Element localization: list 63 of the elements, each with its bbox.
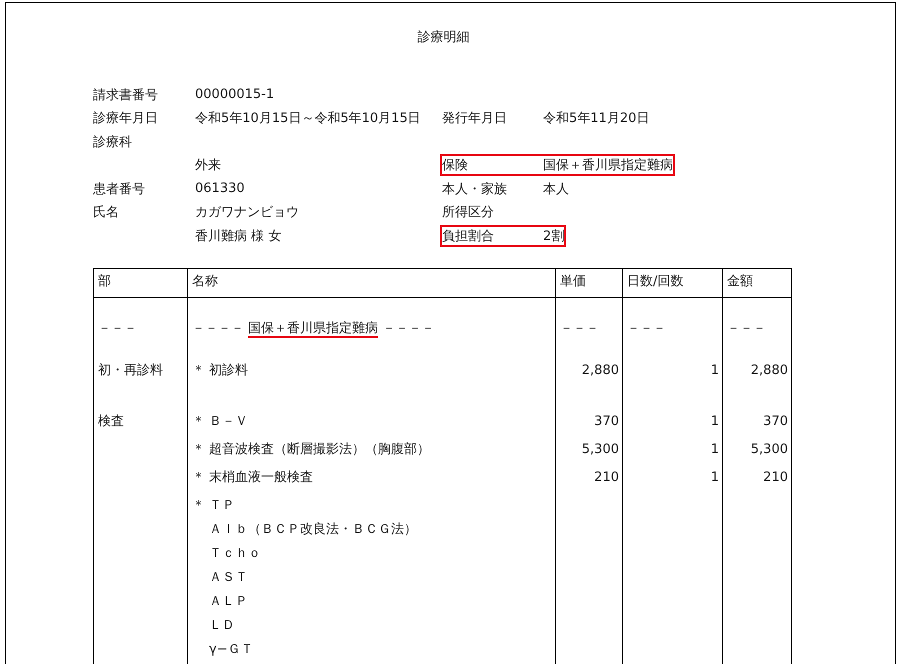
bullet-mark: ＊ <box>192 412 205 430</box>
item-name: 超音波検査（断層撮影法）（胸腹部） <box>209 440 431 458</box>
table-cell: －－－－ <box>192 320 244 336</box>
field-label: 請求書番号 <box>93 86 159 104</box>
item-name: γ−ＧＴ <box>209 640 255 658</box>
item-name: ＡＳＴ <box>209 568 249 586</box>
field-value: 061330 <box>195 181 246 196</box>
table-cell: 1 <box>622 384 722 436</box>
table-cell: 210 <box>556 464 622 492</box>
item-name: ＡＬＰ <box>209 592 249 610</box>
field-label: 発行年月日 <box>442 110 508 128</box>
field-value: 00000015-1 <box>195 87 276 102</box>
field-label: 保険 <box>442 157 469 174</box>
item-name: ＴＰ <box>209 496 236 514</box>
field-label: 本人・家族 <box>442 180 508 198</box>
insurance-name: 国保＋香川県指定難病 <box>248 320 378 338</box>
item-name: Ｂ－Ｖ <box>209 412 249 430</box>
column-header: 名称 <box>188 268 556 297</box>
table-cell: 1 <box>622 338 722 384</box>
table-cell: 5,300 <box>556 436 622 464</box>
field-value: 令和5年10月15日～令和5年10月15日 <box>195 110 422 128</box>
bullet-mark: ＊ <box>192 468 205 486</box>
table-cell: 1 <box>622 436 722 464</box>
table-cell: －－－ <box>622 297 722 338</box>
field-label: 患者番号 <box>93 180 146 198</box>
item-name: Ｔｃｈｏ <box>209 544 262 562</box>
document-title: 診療明細 <box>416 29 470 46</box>
field-label: 診療科 <box>93 134 133 151</box>
bullet-mark: ＊ <box>192 440 205 458</box>
table-cell: 370 <box>722 384 792 436</box>
table-cell: －－－ <box>94 297 188 338</box>
table-cell: 5,300 <box>722 436 792 464</box>
column-header: 部 <box>94 268 188 297</box>
section-label: 初・再診料 <box>94 338 188 384</box>
table-cell: －－－ <box>722 297 792 338</box>
item-name: Ａｌｂ（ＢＣＰ改良法・ＢＣＧ法） <box>209 520 418 538</box>
field-value: 2割 <box>543 228 564 245</box>
field-value: 外来 <box>195 157 222 174</box>
table-cell: 2,880 <box>556 338 622 384</box>
item-name: ＬＤ <box>209 616 236 634</box>
table-cell: 1 <box>622 464 722 492</box>
section-label: 検査 <box>94 384 188 664</box>
table-cell: 370 <box>556 384 622 436</box>
field-label: 負担割合 <box>442 228 495 245</box>
column-header: 日数/回数 <box>622 268 722 297</box>
table-cell: 210 <box>722 464 792 492</box>
item-name: 初診料 <box>209 362 249 380</box>
field-label: 所得区分 <box>442 204 495 222</box>
field-value: カガワナンビョウ <box>195 204 300 222</box>
field-label: 氏名 <box>93 204 120 222</box>
column-header: 単価 <box>556 268 622 297</box>
item-name: 末梢血液一般検査 <box>209 468 314 486</box>
field-value: 本人 <box>543 180 569 198</box>
field-value: 国保＋香川県指定難病 <box>543 157 673 174</box>
table-cell: 2,880 <box>722 338 792 384</box>
table-cell: －－－ <box>556 297 622 338</box>
bullet-mark: ＊ <box>192 362 205 380</box>
bullet-mark: ＊ <box>192 496 205 514</box>
field-label: 診療年月日 <box>93 110 159 128</box>
field-value: 令和5年11月20日 <box>543 110 650 128</box>
field-value: 香川難病 様 女 <box>195 228 282 245</box>
column-header: 金額 <box>722 268 792 297</box>
table-cell: －－－－ <box>382 320 434 336</box>
